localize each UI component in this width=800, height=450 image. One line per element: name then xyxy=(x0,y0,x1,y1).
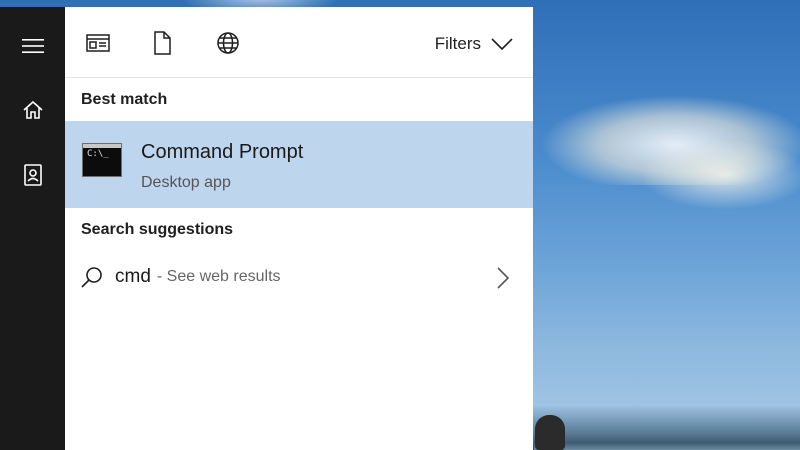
filters-dropdown[interactable]: Filters xyxy=(435,32,513,56)
best-match-title: Command Prompt xyxy=(141,141,304,163)
best-match-result[interactable]: C:\_ Command Prompt Desktop app xyxy=(65,121,533,208)
document-icon[interactable] xyxy=(149,30,175,56)
cloud xyxy=(640,140,800,210)
hamburger-menu-icon[interactable] xyxy=(0,21,65,71)
apps-icon[interactable] xyxy=(85,30,111,56)
command-prompt-icon: C:\_ xyxy=(82,143,122,177)
best-match-subtitle: Desktop app xyxy=(141,174,231,191)
search-results-panel: Filters Best match C:\_ Command Prompt D… xyxy=(65,7,533,450)
chevron-down-icon xyxy=(491,38,513,50)
search-suggestions-heading: Search suggestions xyxy=(81,221,234,238)
suggestion-hint: - See web results xyxy=(156,268,281,285)
best-match-heading: Best match xyxy=(81,91,168,108)
start-menu-rail xyxy=(0,7,65,450)
filters-label: Filters xyxy=(434,34,481,53)
suggestion-query: cmd xyxy=(115,266,151,287)
home-icon[interactable] xyxy=(0,85,65,135)
web-globe-icon[interactable] xyxy=(215,30,241,56)
contact-card-icon[interactable] xyxy=(0,150,65,200)
command-prompt-icon-text: C:\_ xyxy=(87,149,109,159)
chevron-right-icon[interactable] xyxy=(497,267,509,289)
person-silhouette xyxy=(535,415,565,450)
suggestion-item[interactable]: cmd - See web results xyxy=(65,255,533,299)
search-icon xyxy=(81,267,102,288)
sea-horizon xyxy=(534,432,800,450)
filter-toolbar: Filters xyxy=(65,7,533,78)
